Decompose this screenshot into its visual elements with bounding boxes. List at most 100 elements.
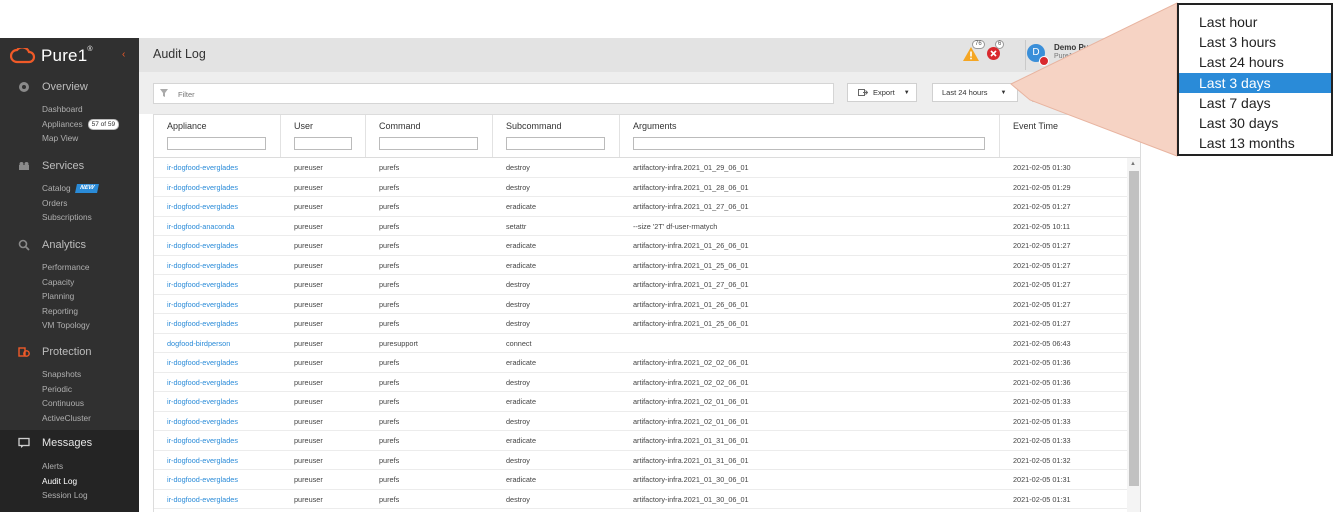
- sidebar-item-snapshots[interactable]: Snapshots: [0, 367, 139, 382]
- dropdown-option-last-hour[interactable]: Last hour: [1179, 12, 1331, 32]
- appliance-link[interactable]: ir-dogfood-everglades: [167, 373, 277, 393]
- appliance-link[interactable]: ir-dogfood-everglades: [167, 353, 277, 373]
- nav-head-messages[interactable]: Messages: [0, 434, 139, 454]
- command-filter-input[interactable]: [379, 137, 478, 150]
- appliance-link[interactable]: dogfood-birdperson: [167, 334, 277, 354]
- sidebar-item-vm-topology[interactable]: VM Topology: [0, 318, 139, 333]
- sidebar-item-subscriptions[interactable]: Subscriptions: [0, 210, 139, 225]
- sidebar-item-dashboard[interactable]: Dashboard: [0, 102, 139, 117]
- scroll-up-icon[interactable]: ▲: [1130, 161, 1136, 167]
- table-row[interactable]: ir-dogfood-everglades pureuser purefs eradi…: [154, 236, 1127, 256]
- scroll-thumb[interactable]: [1129, 171, 1139, 486]
- nav-head-protection[interactable]: Protection: [0, 343, 139, 363]
- appliance-link[interactable]: ir-dogfood-anaconda: [167, 217, 277, 237]
- cell-arguments: artifactory-infra.2021_01_25_06_01: [633, 319, 749, 328]
- column-command[interactable]: Command: [366, 115, 493, 157]
- arguments-filter-input[interactable]: [633, 137, 985, 150]
- cell-arguments: artifactory-infra.2021_02_02_06_01: [633, 377, 749, 387]
- table-row[interactable]: ir-dogfood-everglades pureuser purefs eradi…: [154, 392, 1127, 412]
- appliance-link[interactable]: ir-dogfood-everglades: [167, 412, 277, 432]
- appliance-link[interactable]: ir-dogfood-everglades: [167, 314, 277, 334]
- collapse-sidebar-icon[interactable]: ‹: [122, 49, 125, 60]
- table-row[interactable]: ir-dogfood-everglades pureuser purefs eradi…: [154, 431, 1127, 451]
- column-appliance[interactable]: Appliance: [154, 115, 281, 157]
- table-row[interactable]: ir-dogfood-everglades pureuser purefs eradi…: [154, 197, 1127, 217]
- nav-head-analytics[interactable]: Analytics: [0, 236, 139, 256]
- filter-input[interactable]: [176, 85, 820, 103]
- table-row[interactable]: ir-dogfood-everglades pureuser purefs destr…: [154, 451, 1127, 471]
- export-button[interactable]: Export ▼: [847, 83, 917, 102]
- page-title: Audit Log: [153, 47, 206, 61]
- appliance-link[interactable]: ir-dogfood-everglades: [167, 470, 277, 490]
- cell-arguments: artifactory-infra.2021_01_25_06_01: [633, 260, 749, 270]
- column-user[interactable]: User: [281, 115, 366, 157]
- cell-event-time: 2021-02-05 01:29: [1013, 182, 1071, 192]
- sidebar-item-planning[interactable]: Planning: [0, 289, 139, 304]
- column-arguments[interactable]: Arguments: [620, 115, 1000, 157]
- dropdown-option-last-3-hours[interactable]: Last 3 hours: [1179, 32, 1331, 52]
- sidebar-item-session-log[interactable]: Session Log: [0, 488, 139, 503]
- cell-arguments: artifactory-infra.2021_01_29_06_01: [633, 163, 749, 172]
- table-row[interactable]: ir-dogfood-everglades pureuser purefs eradi…: [154, 470, 1127, 490]
- user-role: Pure1 Admin: [1054, 53, 1095, 60]
- sidebar-item-reporting[interactable]: Reporting: [0, 304, 139, 319]
- prev-page-button[interactable]: ‹: [1100, 83, 1119, 102]
- appliance-link[interactable]: ir-dogfood-everglades: [167, 431, 277, 451]
- appliance-link[interactable]: ir-dogfood-everglades: [167, 275, 277, 295]
- sidebar-item-continuous[interactable]: Continuous: [0, 396, 139, 411]
- table-row[interactable]: ir-dogfood-everglades pureuser purefs destr…: [154, 295, 1127, 315]
- cell-subcommand: destroy: [506, 319, 530, 328]
- nav-head-overview[interactable]: Overview: [0, 78, 139, 98]
- dropdown-option-last-24-hours[interactable]: Last 24 hours: [1179, 52, 1331, 72]
- user-menu-caret-icon[interactable]: ▼: [1127, 49, 1135, 58]
- appliance-link[interactable]: ir-dogfood-everglades: [167, 392, 277, 412]
- table-row[interactable]: ir-dogfood-everglades pureuser purefs destr…: [154, 314, 1127, 334]
- appliance-link[interactable]: ir-dogfood-everglades: [167, 256, 277, 276]
- appliance-link[interactable]: ir-dogfood-everglades: [167, 490, 277, 510]
- sidebar-item-audit-log[interactable]: Audit Log: [0, 474, 139, 489]
- nav-head-services[interactable]: Services: [0, 157, 139, 177]
- table-row[interactable]: ir-dogfood-everglades pureuser purefs eradi…: [154, 353, 1127, 373]
- dropdown-option-last-30-days[interactable]: Last 30 days: [1179, 113, 1331, 133]
- sidebar-item-map-view[interactable]: Map View: [0, 131, 139, 146]
- cell-event-time: 2021-02-05 01:31: [1013, 494, 1071, 504]
- table-scrollbar[interactable]: ▲: [1127, 158, 1140, 512]
- next-page-button[interactable]: ›: [1121, 83, 1140, 102]
- sidebar-item-orders[interactable]: Orders: [0, 196, 139, 211]
- user-name[interactable]: Demo Pure1: [1054, 43, 1101, 52]
- dropdown-option-last-3-days[interactable]: Last 3 days: [1179, 73, 1331, 93]
- sidebar-item-performance[interactable]: Performance: [0, 260, 139, 275]
- time-range-select[interactable]: Last 24 hours ▼: [932, 83, 1018, 102]
- sidebar-item-alerts[interactable]: Alerts: [0, 459, 139, 474]
- appliance-link[interactable]: ir-dogfood-everglades: [167, 295, 277, 315]
- appliance-link[interactable]: ir-dogfood-everglades: [167, 197, 277, 217]
- table-row[interactable]: ir-dogfood-everglades pureuser purefs destr…: [154, 373, 1127, 393]
- sidebar-item-appliances[interactable]: Appliances 57 of 59: [0, 117, 139, 132]
- appliance-link[interactable]: ir-dogfood-everglades: [167, 451, 277, 471]
- warning-alert-icon[interactable]: [963, 47, 979, 61]
- user-filter-input[interactable]: [294, 137, 352, 150]
- table-row[interactable]: ir-dogfood-everglades pureuser purefs eradi…: [154, 256, 1127, 276]
- table-row[interactable]: ir-dogfood-anaconda pureuser purefs setattr…: [154, 217, 1127, 237]
- pure1-logo[interactable]: Pure1®: [10, 46, 93, 66]
- table-row[interactable]: ir-dogfood-everglades pureuser purefs destr…: [154, 178, 1127, 198]
- appliance-filter-input[interactable]: [167, 137, 266, 150]
- sidebar-item-activecluster[interactable]: ActiveCluster: [0, 411, 139, 426]
- appliance-link[interactable]: ir-dogfood-everglades: [167, 236, 277, 256]
- cell-command: purefs: [379, 163, 400, 172]
- dropdown-option-last-13-months[interactable]: Last 13 months: [1179, 133, 1331, 153]
- appliance-link[interactable]: ir-dogfood-everglades: [167, 158, 277, 178]
- sidebar-item-catalog[interactable]: Catalog NEW: [0, 181, 139, 196]
- table-row[interactable]: ir-dogfood-everglades pureuser purefs destr…: [154, 275, 1127, 295]
- appliance-link[interactable]: ir-dogfood-everglades: [167, 178, 277, 198]
- table-row[interactable]: dogfood-birdperson pureuser puresupport con…: [154, 334, 1127, 354]
- sidebar-item-capacity[interactable]: Capacity: [0, 275, 139, 290]
- column-subcommand[interactable]: Subcommand: [493, 115, 620, 157]
- table-row[interactable]: ir-dogfood-everglades pureuser purefs destr…: [154, 490, 1127, 510]
- subcommand-filter-input[interactable]: [506, 137, 605, 150]
- dropdown-option-last-7-days[interactable]: Last 7 days: [1179, 93, 1331, 113]
- column-event-time[interactable]: Event Time: [1000, 115, 1140, 157]
- table-row[interactable]: ir-dogfood-everglades pureuser purefs destr…: [154, 412, 1127, 432]
- sidebar-item-periodic[interactable]: Periodic: [0, 382, 139, 397]
- table-row[interactable]: ir-dogfood-everglades pureuser purefs destr…: [154, 158, 1127, 178]
